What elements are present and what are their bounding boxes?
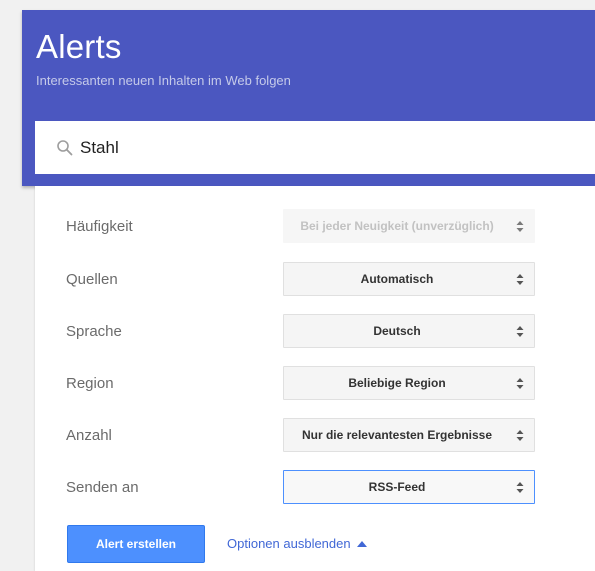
options-panel: Häufigkeit Bei jeder Neuigkeit (unverzüg… [35, 186, 595, 571]
search-bar[interactable] [35, 121, 595, 174]
send-to-select[interactable]: RSS-Feed [283, 470, 535, 504]
region-value: Beliebige Region [348, 376, 446, 390]
quantity-label: Anzahl [66, 427, 112, 444]
frequency-label: Häufigkeit [66, 218, 133, 235]
option-row-language: Sprache Deutsch [35, 314, 595, 350]
region-label: Region [66, 375, 114, 392]
language-select[interactable]: Deutsch [283, 314, 535, 348]
select-arrows-icon [516, 326, 524, 337]
select-arrows-icon [516, 221, 524, 232]
search-input[interactable] [80, 137, 560, 158]
send-to-label: Senden an [66, 479, 139, 496]
language-label: Sprache [66, 323, 122, 340]
sources-label: Quellen [66, 271, 118, 288]
quantity-value: Nur die relevantesten Ergebnisse [301, 428, 493, 442]
page-title: Alerts [36, 28, 122, 65]
frequency-select: Bei jeder Neuigkeit (unverzüglich) [283, 209, 535, 243]
sources-value: Automatisch [360, 272, 434, 286]
search-icon [57, 139, 73, 155]
quantity-select[interactable]: Nur die relevantesten Ergebnisse [283, 418, 535, 452]
select-arrows-icon [516, 482, 524, 493]
language-value: Deutsch [373, 324, 421, 338]
hide-options-link[interactable]: Optionen ausblenden [227, 525, 367, 563]
option-row-send-to: Senden an RSS-Feed [35, 470, 595, 506]
select-arrows-icon [516, 274, 524, 285]
frequency-value: Bei jeder Neuigkeit (unverzüglich) [300, 219, 494, 233]
option-row-quantity: Anzahl Nur die relevantesten Ergebnisse [35, 418, 595, 454]
option-row-frequency: Häufigkeit Bei jeder Neuigkeit (unverzüg… [35, 209, 595, 245]
select-arrows-icon [516, 430, 524, 441]
option-row-sources: Quellen Automatisch [35, 262, 595, 298]
page-subtitle: Interessanten neuen Inhalten im Web folg… [36, 73, 291, 88]
create-alert-button[interactable]: Alert erstellen [67, 525, 205, 563]
caret-up-icon [356, 541, 367, 547]
option-row-region: Region Beliebige Region [35, 366, 595, 402]
hide-options-label: Optionen ausblenden [227, 536, 351, 551]
region-select[interactable]: Beliebige Region [283, 366, 535, 400]
select-arrows-icon [516, 378, 524, 389]
send-to-value: RSS-Feed [368, 480, 426, 494]
sources-select[interactable]: Automatisch [283, 262, 535, 296]
